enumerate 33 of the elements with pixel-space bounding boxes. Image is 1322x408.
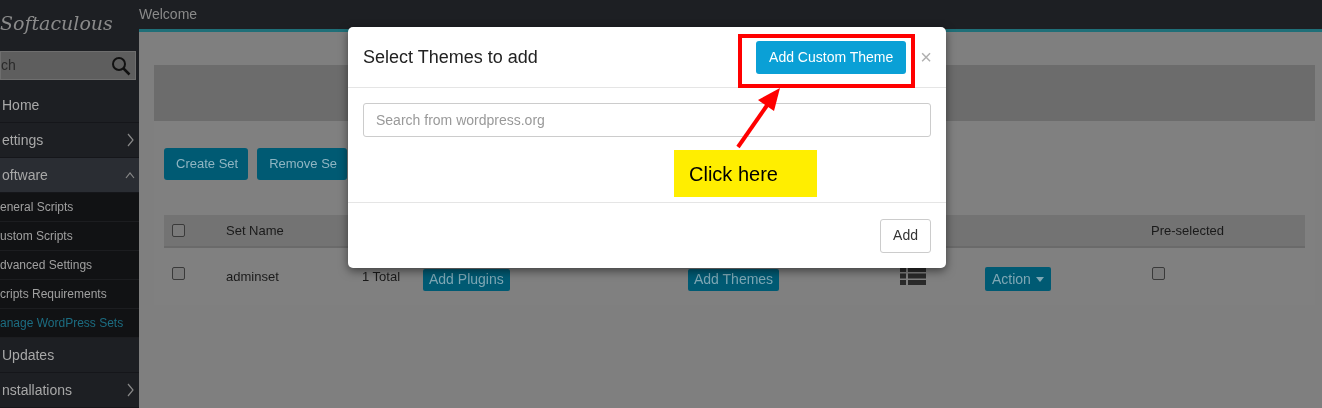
search-field[interactable]: Search from wordpress.org bbox=[363, 103, 931, 137]
checkbox[interactable] bbox=[172, 224, 185, 237]
list-icon[interactable] bbox=[900, 267, 926, 285]
checkbox[interactable] bbox=[1152, 267, 1165, 280]
caret-icon bbox=[1035, 276, 1044, 282]
checkbox[interactable] bbox=[172, 267, 185, 280]
add-themes-button[interactable]: Add Themes bbox=[688, 268, 780, 291]
chevron-right-icon bbox=[125, 382, 135, 398]
submenu-item[interactable]: eneral Scripts bbox=[0, 193, 139, 222]
modal-title: Select Themes to add bbox=[363, 45, 538, 69]
callout: Click here bbox=[674, 150, 817, 197]
submenu-item[interactable]: cripts Requirements bbox=[0, 280, 139, 309]
column-header: Set Name bbox=[226, 221, 285, 240]
sidebar-item[interactable]: Updates bbox=[0, 338, 139, 373]
sidebar-item[interactable]: Home bbox=[0, 88, 139, 123]
add-plugins-button[interactable]: Add Plugins bbox=[423, 268, 510, 291]
table-cell-text: 1 Total bbox=[362, 268, 402, 286]
action-dropdown[interactable]: Action bbox=[985, 267, 1051, 291]
sidebar-item[interactable]: oftware bbox=[0, 158, 139, 193]
table-cell-text: adminset bbox=[226, 268, 280, 286]
search-icon[interactable] bbox=[111, 55, 131, 76]
add-custom-theme-button[interactable]: Add Custom Theme bbox=[756, 40, 907, 74]
logo: Softaculous bbox=[0, 14, 113, 34]
chevron-right-icon bbox=[125, 132, 135, 148]
page-title: Welcome bbox=[139, 5, 198, 24]
column-header: Pre-selected bbox=[1151, 221, 1225, 240]
toolbar-button[interactable]: Remove Se bbox=[257, 148, 348, 180]
add-button[interactable]: Add bbox=[880, 218, 931, 253]
submenu-item[interactable]: anage WordPress Sets bbox=[0, 309, 139, 338]
submenu-item[interactable]: dvanced Settings bbox=[0, 251, 139, 280]
submenu-item[interactable]: ustom Scripts bbox=[0, 222, 139, 251]
toolbar-button[interactable]: Create Set bbox=[164, 148, 249, 180]
sidebar-item[interactable]: nstallations bbox=[0, 373, 139, 408]
